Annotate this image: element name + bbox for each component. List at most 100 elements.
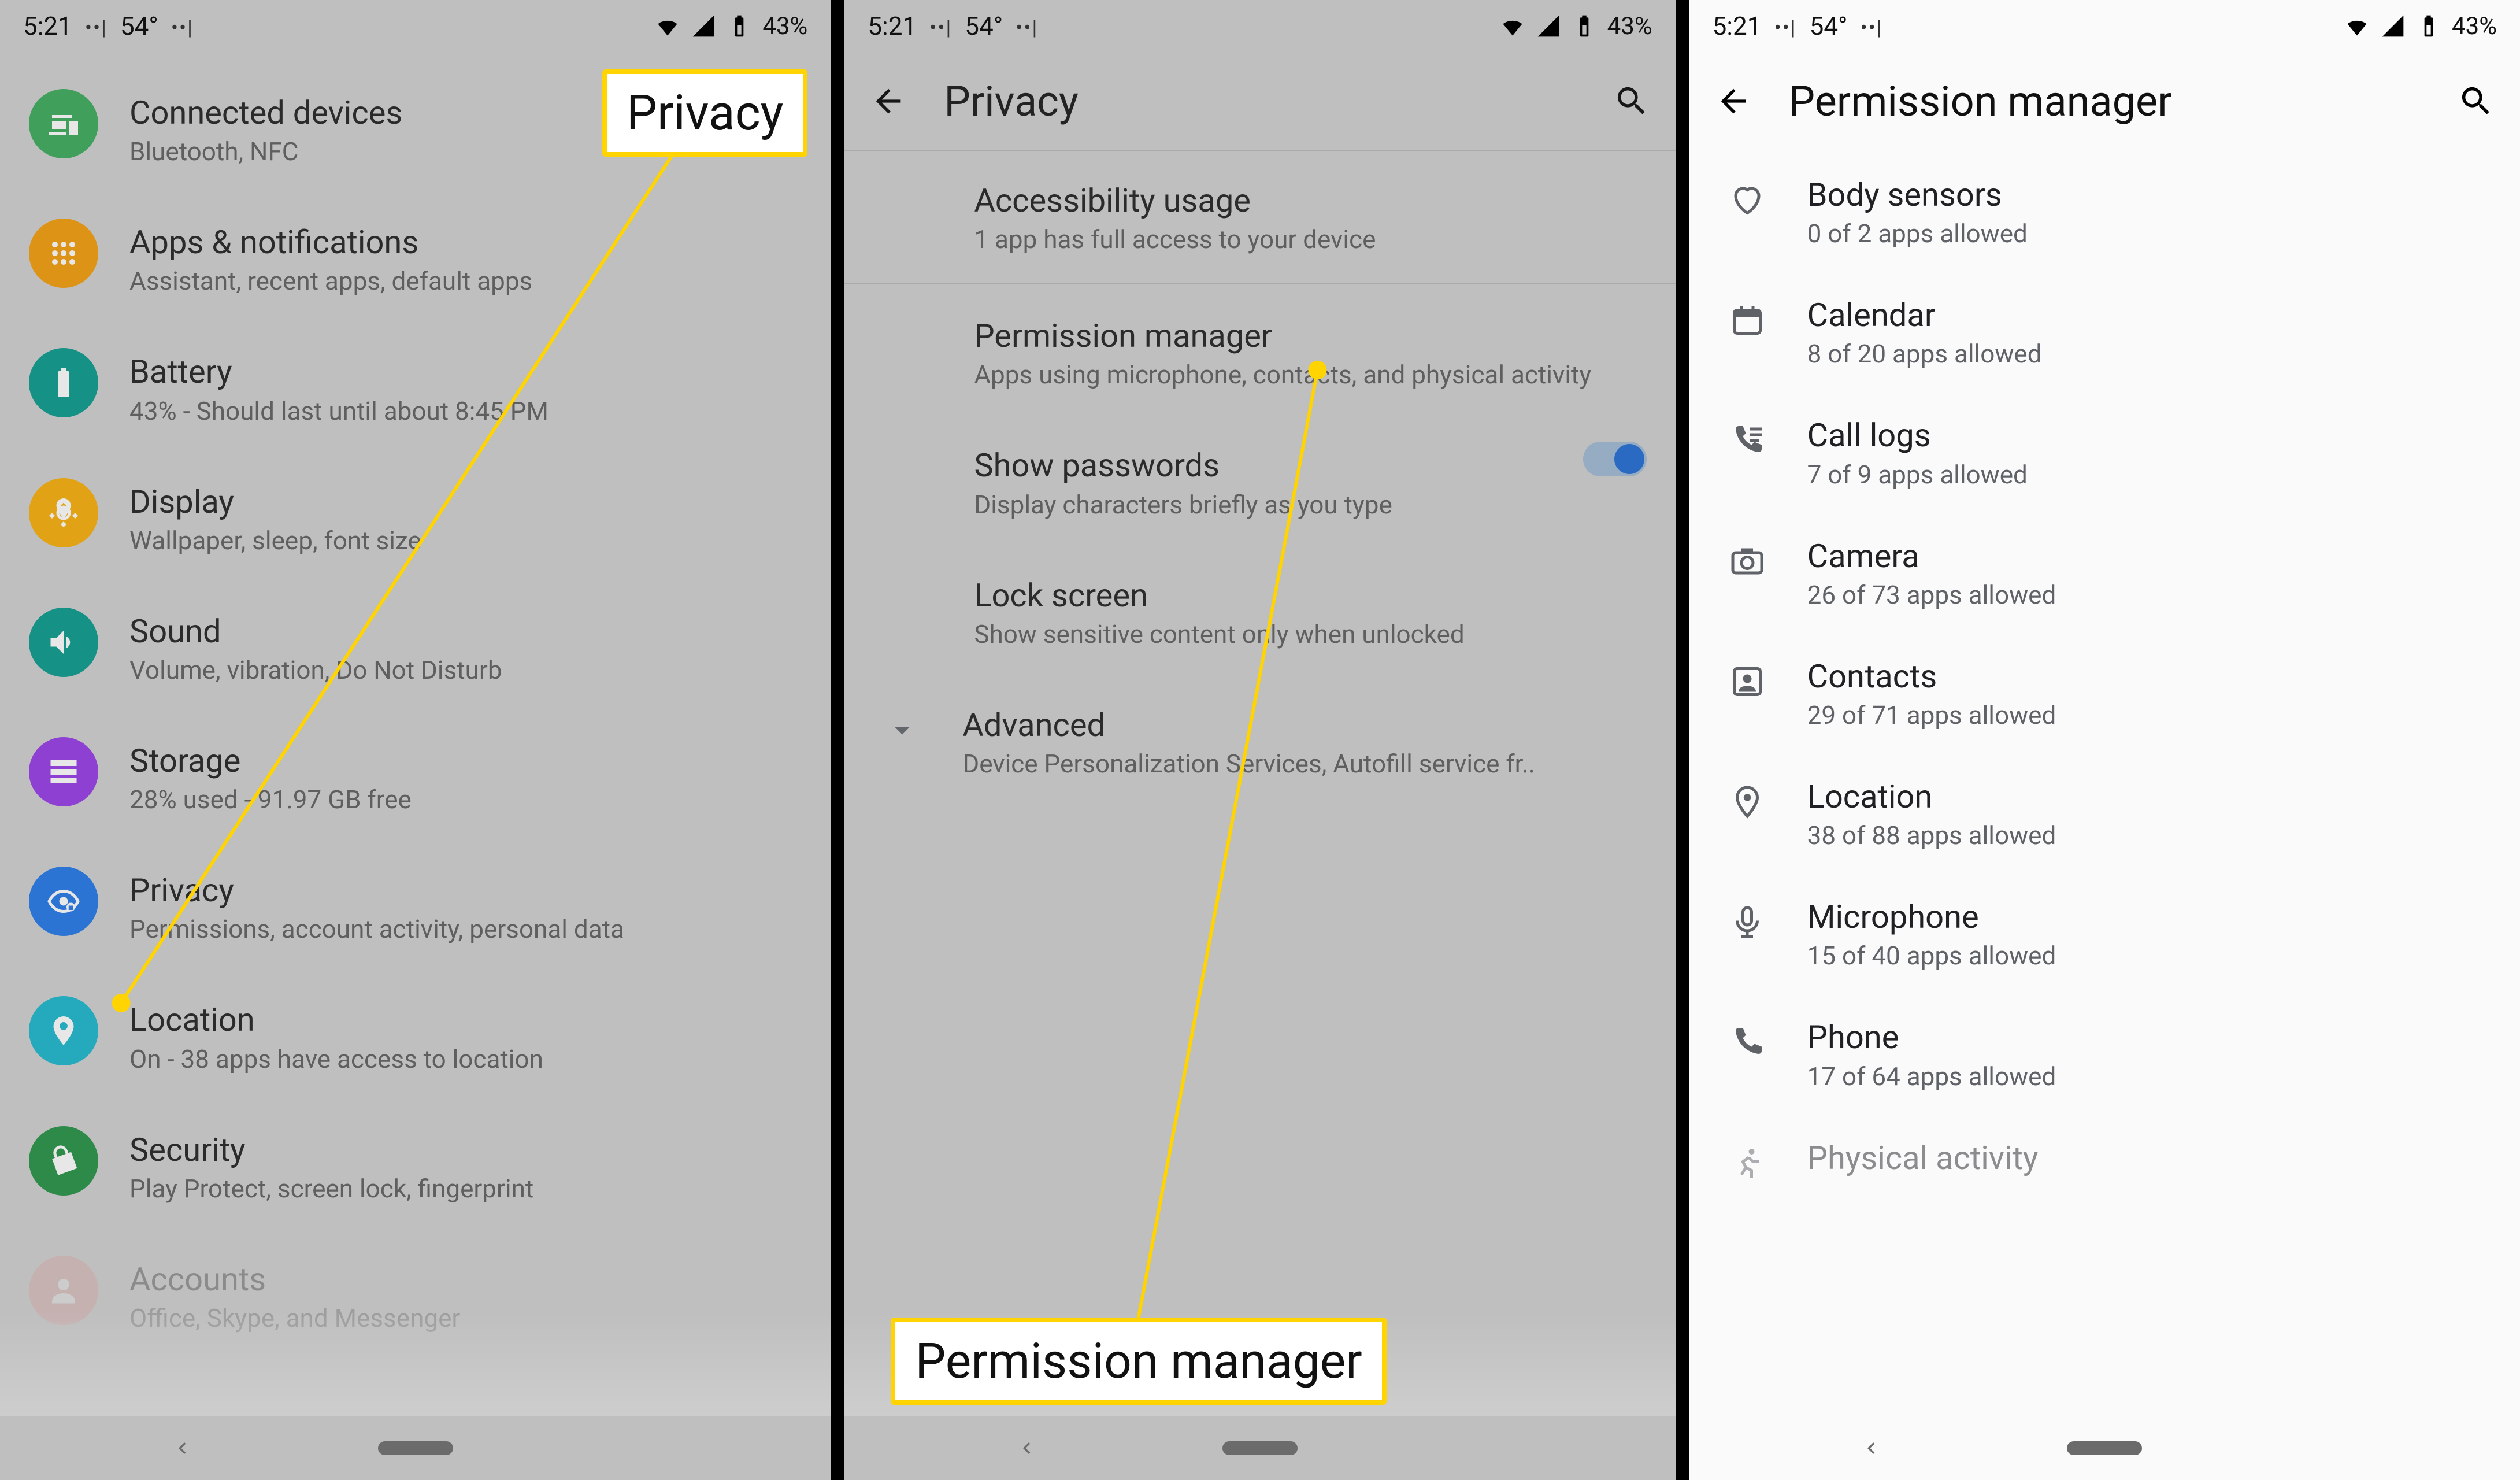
status-temp: 54° <box>1810 11 1848 41</box>
privacy-item-lock-screen[interactable]: Lock screen Show sensitive content only w… <box>844 546 1675 676</box>
row-sub: Office, Skype, and Messenger <box>129 1303 802 1334</box>
signal-icon <box>2380 13 2406 39</box>
privacy-item-show-passwords[interactable]: Show passwords Display characters briefly… <box>844 416 1675 546</box>
permission-item-physical-activity[interactable]: Physical activity <box>1689 1113 2520 1213</box>
show-passwords-toggle[interactable] <box>1583 442 1647 476</box>
callout-privacy: Privacy <box>602 69 807 157</box>
devices-icon <box>29 89 98 158</box>
row-sub: 26 of 73 apps allowed <box>1807 579 2491 611</box>
row-title: Accessibility usage <box>974 182 1646 220</box>
security-icon <box>29 1126 98 1196</box>
contacts-icon <box>1718 653 1776 711</box>
permission-item-phone[interactable]: Phone 17 of 64 apps allowed <box>1689 993 2520 1113</box>
row-title: Privacy <box>129 871 802 910</box>
row-sub: Apps using microphone, contacts, and phy… <box>974 359 1646 391</box>
permission-item-location[interactable]: Location 38 of 88 apps allowed <box>1689 752 2520 872</box>
settings-item-location[interactable]: LocationOn - 38 apps have access to loca… <box>0 971 831 1100</box>
privacy-item-advanced[interactable]: AdvancedDevice Personalization Services,… <box>844 676 1675 805</box>
settings-item-battery[interactable]: Battery43% - Should last until about 8:4… <box>0 323 831 452</box>
nav-bar <box>844 1416 1675 1480</box>
row-title: Display <box>129 483 802 521</box>
nav-back-button[interactable] <box>1014 1437 1037 1460</box>
battery-icon <box>2416 13 2441 39</box>
row-sub: Display characters briefly as you type <box>974 489 1551 521</box>
status-battery: 43% <box>2452 12 2497 40</box>
search-button[interactable] <box>2455 80 2497 122</box>
row-sub: 28% used - 91.97 GB free <box>129 784 802 816</box>
row-title: Call logs <box>1807 416 2491 455</box>
notif-dots-icon <box>1016 11 1038 41</box>
nav-home-pill[interactable] <box>378 1441 453 1455</box>
battery-icon <box>1572 13 1597 39</box>
row-sub: 17 of 64 apps allowed <box>1807 1061 2491 1093</box>
notif-dots-icon <box>1861 11 1883 41</box>
settings-item-storage[interactable]: Storage28% used - 91.97 GB free <box>0 712 831 841</box>
row-title: Apps & notifications <box>129 223 802 262</box>
row-title: Phone <box>1807 1018 2491 1057</box>
settings-item-privacy[interactable]: PrivacyPermissions, account activity, pe… <box>0 841 831 971</box>
status-bar: 5:21 54° 43% <box>0 0 831 52</box>
privacy-item-accessibility[interactable]: Accessibility usage 1 app has full access… <box>844 151 1675 281</box>
row-title: Show passwords <box>974 446 1551 485</box>
row-title: Microphone <box>1807 898 2491 937</box>
status-battery: 43% <box>1607 12 1652 40</box>
back-button[interactable] <box>1713 80 1754 122</box>
row-title: Permission manager <box>974 317 1646 356</box>
settings-item-security[interactable]: SecurityPlay Protect, screen lock, finge… <box>0 1101 831 1230</box>
settings-item-sound[interactable]: SoundVolume, vibration, Do Not Disturb <box>0 582 831 712</box>
row-title: Location <box>1807 778 2491 816</box>
nav-home-pill[interactable] <box>2067 1441 2142 1455</box>
row-sub: 38 of 88 apps allowed <box>1807 820 2491 852</box>
storage-icon <box>29 737 98 806</box>
phone-icon <box>1718 1013 1776 1071</box>
notif-dots-icon <box>85 11 108 41</box>
nav-bar <box>0 1416 831 1480</box>
location-icon <box>29 996 98 1065</box>
activity-icon <box>1718 1134 1776 1192</box>
permission-item-contacts[interactable]: Contacts29 of 71 apps allowed <box>1689 632 2520 752</box>
privacy-item-permission-manager[interactable]: Permission managerApps using microphone,… <box>844 287 1675 416</box>
nav-home-pill[interactable] <box>1222 1441 1298 1455</box>
back-button[interactable] <box>868 80 909 122</box>
location-pin-icon <box>1718 773 1776 831</box>
screen-privacy: 5:21 54° 43% Privacy Accessibility usage… <box>844 0 1675 1480</box>
settings-item-apps[interactable]: Apps & notificationsAssistant, recent ap… <box>0 193 831 323</box>
privacy-icon <box>29 867 98 936</box>
signal-icon <box>1536 13 1561 39</box>
row-title: Calendar <box>1807 296 2491 335</box>
row-title: Lock screen <box>974 576 1646 615</box>
notif-dots-icon <box>1774 11 1797 41</box>
row-sub: Play Protect, screen lock, fingerprint <box>129 1173 802 1205</box>
permission-item-camera[interactable]: Camera26 of 73 apps allowed <box>1689 512 2520 632</box>
header: Permission manager <box>1689 52 2520 150</box>
nav-back-button[interactable] <box>1859 1437 1882 1460</box>
row-sub: 15 of 40 apps allowed <box>1807 940 2491 972</box>
screen-settings: 5:21 54° 43% Connected devicesBluetooth,… <box>0 0 831 1480</box>
permission-list: Body sensors 0 of 2 apps allowed Calendar… <box>1689 150 2520 1416</box>
wifi-icon <box>655 13 680 39</box>
row-sub: 1 app has full access to your device <box>974 224 1646 256</box>
search-button[interactable] <box>1611 80 1652 122</box>
permission-item-calendar[interactable]: Calendar8 of 20 apps allowed <box>1689 271 2520 391</box>
permission-item-microphone[interactable]: Microphone15 of 40 apps allowed <box>1689 872 2520 993</box>
row-sub: Show sensitive content only when unlocke… <box>974 619 1646 650</box>
row-sub: 8 of 20 apps allowed <box>1807 338 2491 370</box>
nav-back-button[interactable] <box>170 1437 193 1460</box>
row-title: Advanced <box>962 706 1646 745</box>
settings-item-accounts[interactable]: AccountsOffice, Skype, and Messenger <box>0 1230 831 1360</box>
row-title: Location <box>129 1001 802 1039</box>
signal-icon <box>691 13 716 39</box>
row-sub: 7 of 9 apps allowed <box>1807 459 2491 491</box>
permission-item-call-logs[interactable]: Call logs 7 of 9 apps allowed <box>1689 391 2520 511</box>
row-sub: Volume, vibration, Do Not Disturb <box>129 654 802 686</box>
row-sub: Device Personalization Services, Autofil… <box>962 748 1646 780</box>
permission-item-body-sensors[interactable]: Body sensors 0 of 2 apps allowed <box>1689 150 2520 271</box>
status-bar: 5:21 54° 43% <box>844 0 1675 52</box>
row-title: Physical activity <box>1807 1139 2491 1178</box>
apps-icon <box>29 219 98 288</box>
header: Privacy <box>844 52 1675 150</box>
settings-item-display[interactable]: DisplayWallpaper, sleep, font size <box>0 453 831 582</box>
row-title: Body sensors <box>1807 176 2491 214</box>
row-sub: 0 of 2 apps allowed <box>1807 218 2491 250</box>
row-sub: 29 of 71 apps allowed <box>1807 700 2491 731</box>
